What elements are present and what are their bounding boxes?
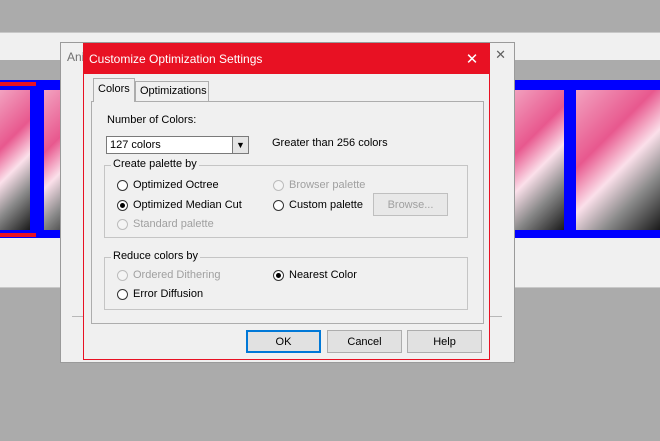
radio-optimized-median-cut[interactable]: Optimized Median Cut xyxy=(117,199,242,211)
radio-selected-icon xyxy=(273,269,284,281)
tab-colors-label: Colors xyxy=(98,83,130,95)
cancel-button-label: Cancel xyxy=(347,335,382,348)
dialog-title: Customize Optimization Settings xyxy=(89,52,263,66)
ok-button[interactable]: OK xyxy=(246,330,321,353)
radio-circle-icon xyxy=(273,199,284,211)
radio-ordered-dithering[interactable]: Ordered Dithering xyxy=(117,269,220,281)
number-of-colors-select[interactable]: 127 colors ▼ xyxy=(106,136,249,154)
help-button[interactable]: Help xyxy=(407,330,482,353)
frame-marker xyxy=(0,233,36,237)
radio-label: Error Diffusion xyxy=(133,288,204,300)
parent-window-title: Ani xyxy=(67,50,85,64)
radio-optimized-octree[interactable]: Optimized Octree xyxy=(117,179,219,191)
chevron-down-icon[interactable]: ▼ xyxy=(232,137,248,153)
radio-label: Standard palette xyxy=(133,218,214,230)
filmstrip-frame xyxy=(576,90,660,230)
radio-nearest-color[interactable]: Nearest Color xyxy=(273,269,357,281)
number-of-colors-label: Number of Colors: xyxy=(107,114,197,126)
tab-optimizations[interactable]: Optimizations xyxy=(135,81,209,103)
radio-error-diffusion[interactable]: Error Diffusion xyxy=(117,288,203,300)
dialog-titlebar[interactable]: Customize Optimization Settings ✕ xyxy=(84,44,489,74)
radio-label: Custom palette xyxy=(289,199,363,211)
create-palette-title: Create palette by xyxy=(111,158,199,170)
help-button-label: Help xyxy=(433,335,456,348)
radio-circle-icon xyxy=(117,288,128,300)
radio-selected-icon xyxy=(117,199,128,211)
customize-optimization-dialog: Customize Optimization Settings ✕ Colors… xyxy=(83,43,490,360)
radio-label: Ordered Dithering xyxy=(133,269,221,281)
frame-marker xyxy=(0,82,36,86)
color-count-hint: Greater than 256 colors xyxy=(272,137,388,149)
close-icon[interactable]: ✕ xyxy=(455,44,489,74)
radio-label: Optimized Median Cut xyxy=(133,199,242,211)
radio-circle-icon xyxy=(117,179,128,191)
cancel-button[interactable]: Cancel xyxy=(327,330,402,353)
radio-custom-palette[interactable]: Custom palette xyxy=(273,199,363,211)
filmstrip-frame xyxy=(0,90,30,230)
browse-button[interactable]: Browse... xyxy=(373,193,448,216)
parent-close-icon[interactable]: ✕ xyxy=(495,47,506,63)
radio-browser-palette[interactable]: Browser palette xyxy=(273,179,365,191)
browse-button-label: Browse... xyxy=(387,198,434,211)
radio-circle-icon xyxy=(117,269,128,281)
radio-label: Optimized Octree xyxy=(133,179,219,191)
radio-circle-icon xyxy=(117,218,128,230)
radio-circle-icon xyxy=(273,179,284,191)
filmstrip-frame xyxy=(512,90,564,230)
tab-colors[interactable]: Colors xyxy=(93,78,135,102)
radio-label: Browser palette xyxy=(289,179,366,191)
reduce-colors-title: Reduce colors by xyxy=(111,250,200,262)
ok-button-label: OK xyxy=(275,335,292,348)
tab-optimizations-label: Optimizations xyxy=(140,85,207,97)
number-of-colors-value: 127 colors xyxy=(110,139,161,151)
radio-standard-palette[interactable]: Standard palette xyxy=(117,218,214,230)
radio-label: Nearest Color xyxy=(289,269,357,281)
reduce-colors-group: Reduce colors by xyxy=(104,250,468,310)
